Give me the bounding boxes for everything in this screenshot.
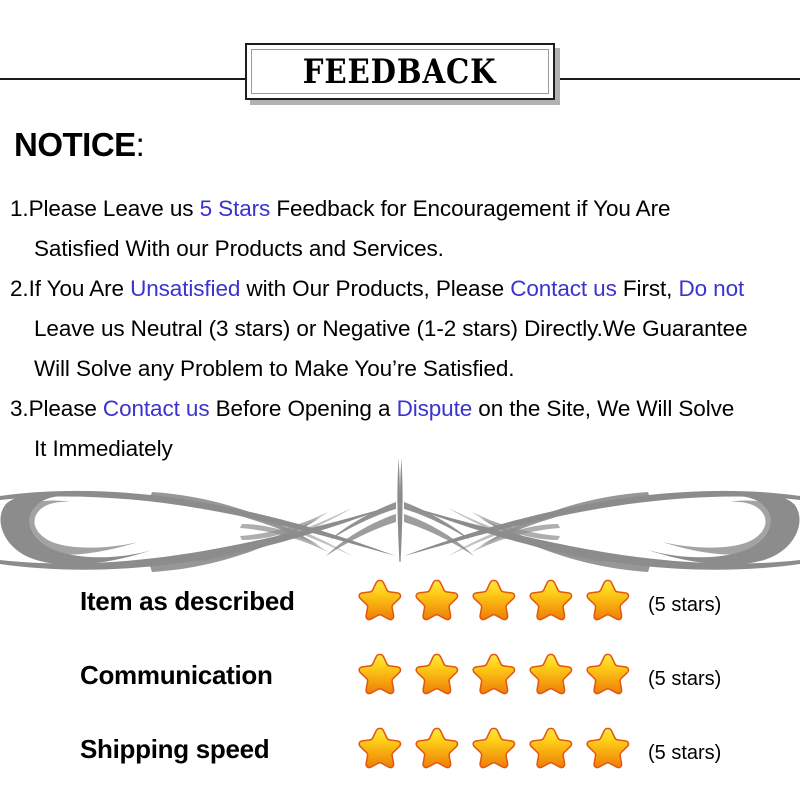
rating-row: Shipping speed (5 stars) (0, 720, 800, 794)
notice-line-1a: 1.Please Leave us 5 Stars Feedback for E… (10, 189, 800, 229)
notice-line-1a-seg-1: 5 Stars (199, 196, 271, 221)
rating-count-label: (5 stars) (648, 742, 722, 764)
rating-count-label: (5 stars) (648, 594, 722, 616)
notice-body: 1.Please Leave us 5 Stars Feedback for E… (10, 189, 800, 469)
star-icon[interactable] (472, 578, 517, 628)
notice-line-3a-seg-3: Dispute (396, 396, 473, 421)
flourish-divider-icon (0, 452, 800, 572)
notice-line-2c: Will Solve any Problem to Make You’re Sa… (10, 349, 800, 389)
star-icon[interactable] (472, 726, 517, 776)
star-icon[interactable] (358, 726, 403, 776)
header-rule-right (560, 78, 800, 80)
feedback-banner-title: FEEDBACK (303, 51, 497, 92)
star-icon[interactable] (529, 726, 574, 776)
notice-line-3a-seg-4: on the Site, We Will Solve (472, 396, 735, 421)
star-icon[interactable] (358, 578, 403, 628)
star-icon[interactable] (529, 652, 574, 702)
notice-heading: NOTICE: (14, 126, 145, 164)
star-icon[interactable] (415, 652, 460, 702)
star-icon[interactable] (529, 578, 574, 628)
notice-line-2a-seg-4: First, (616, 276, 679, 301)
star-icon[interactable] (358, 652, 403, 702)
notice-line-2a-seg-0: 2.If You Are (10, 276, 131, 301)
star-icon[interactable] (586, 578, 631, 628)
star-icon[interactable] (586, 726, 631, 776)
rating-stars[interactable] (358, 578, 631, 628)
notice-heading-colon: : (135, 126, 145, 163)
rating-stars[interactable] (358, 726, 631, 776)
ratings-section: Item as described (5 stars) Communication (… (0, 572, 800, 794)
star-icon[interactable] (415, 578, 460, 628)
notice-line-2b-seg-0: Leave us Neutral (3 stars) or Negative (… (34, 316, 748, 341)
star-icon[interactable] (472, 652, 517, 702)
rating-row: Item as described (5 stars) (0, 572, 800, 646)
rating-label: Shipping speed (80, 734, 270, 764)
notice-line-2c-seg-0: Will Solve any Problem to Make You’re Sa… (34, 356, 515, 381)
feedback-banner-box: FEEDBACK (245, 43, 555, 100)
rating-stars[interactable] (358, 652, 631, 702)
notice-line-2a-seg-2: with Our Products, Please (240, 276, 511, 301)
rating-label: Communication (80, 660, 273, 690)
notice-heading-text: NOTICE (14, 126, 136, 163)
notice-line-2a-seg-3: Contact us (510, 276, 617, 301)
notice-line-2a-seg-5: Do not (678, 276, 745, 301)
header-rule-left (0, 78, 247, 80)
notice-line-2a: 2.If You Are Unsatisfied with Our Produc… (10, 269, 800, 309)
rating-label: Item as described (80, 586, 295, 616)
notice-line-3a-seg-1: Contact us (102, 396, 210, 421)
notice-line-1a-seg-2: Feedback for Encouragement if You Are (270, 196, 671, 221)
notice-line-1a-seg-0: 1.Please Leave us (10, 196, 200, 221)
notice-line-2b: Leave us Neutral (3 stars) or Negative (… (10, 309, 800, 349)
notice-line-2a-seg-1: Unsatisfied (130, 276, 241, 301)
notice-line-3a-seg-0: 3.Please (10, 396, 103, 421)
notice-line-1b-seg-0: Satisfied With our Products and Services… (34, 236, 444, 261)
rating-row: Communication (5 stars) (0, 646, 800, 720)
feedback-header: FEEDBACK (0, 40, 800, 106)
star-icon[interactable] (586, 652, 631, 702)
notice-line-3a: 3.Please Contact us Before Opening a Dis… (10, 389, 800, 429)
notice-line-3a-seg-2: Before Opening a (209, 396, 397, 421)
notice-line-1b: Satisfied With our Products and Services… (10, 229, 800, 269)
star-icon[interactable] (415, 726, 460, 776)
rating-count-label: (5 stars) (648, 668, 722, 690)
